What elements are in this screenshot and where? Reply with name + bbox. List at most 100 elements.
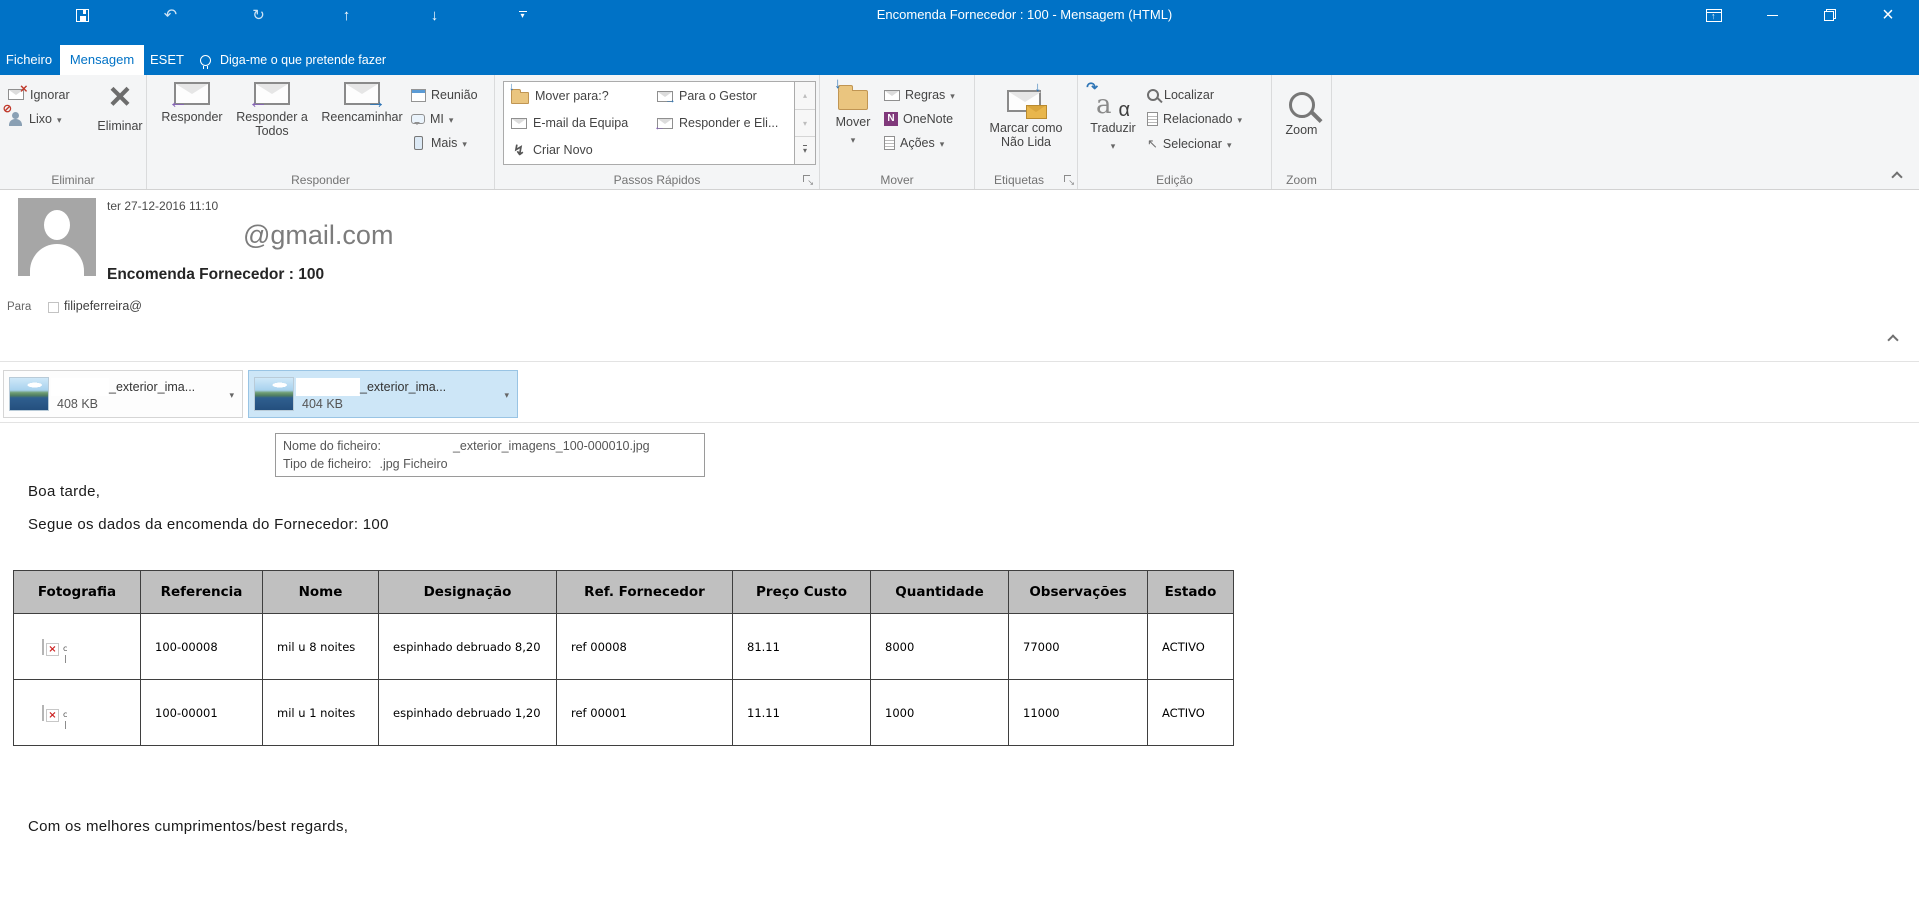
body-closing: Com os melhores cumprimentos/best regard… — [28, 818, 349, 835]
attachment-chip[interactable]: _exterior_ima... 408 KB — [3, 370, 243, 418]
group-edicao: Traduzir Localizar Relacionado — [1078, 75, 1272, 189]
related-button[interactable]: Relacionado — [1147, 112, 1263, 126]
redacted-area — [51, 378, 109, 396]
col-header-quantidade: Quantidade — [870, 570, 1009, 614]
delete-button[interactable]: Eliminar — [94, 75, 146, 169]
chevron-down-icon — [449, 112, 454, 126]
cell-ref-fornecedor: ref 00008 — [556, 613, 733, 680]
reply-button[interactable]: Responder — [153, 75, 231, 169]
col-header-nome: Nome — [262, 570, 379, 614]
gallery-more-button[interactable] — [795, 137, 815, 164]
chevron-down-icon — [1227, 137, 1232, 151]
chevron-down-icon[interactable] — [221, 385, 242, 403]
tell-me-box[interactable]: Diga-me o que pretende fazer — [200, 45, 386, 75]
ribbon-display-icon — [1706, 8, 1722, 22]
quick-step-criar-novo[interactable]: Criar Novo — [504, 137, 650, 164]
more-respond-button[interactable]: Mais — [411, 136, 491, 150]
presence-indicator-icon — [48, 302, 59, 313]
cell-estado: ACTIVO — [1147, 613, 1234, 680]
to-label: Para — [7, 301, 32, 313]
junk-button[interactable]: Lixo — [3, 104, 94, 126]
quick-steps-scrollbar — [795, 81, 816, 165]
body-intro: Segue os dados da encomenda do Fornecedo… — [28, 516, 389, 533]
scroll-up-button[interactable] — [795, 82, 815, 110]
group-label-zoom: Zoom — [1286, 173, 1317, 187]
search-icon — [1147, 89, 1159, 101]
calendar-icon — [411, 88, 426, 102]
save-button[interactable] — [66, 0, 99, 30]
tell-me-label: Diga-me o que pretende fazer — [220, 53, 387, 67]
window-controls — [1685, 0, 1917, 30]
im-button[interactable]: MI — [411, 112, 491, 126]
col-header-observacoes: Observações — [1008, 570, 1148, 614]
quick-step-email-equipa[interactable]: E-mail da Equipa — [504, 110, 650, 137]
close-button[interactable] — [1859, 0, 1917, 30]
document-icon — [884, 136, 895, 150]
lightbulb-icon — [200, 54, 211, 69]
forward-button[interactable]: Reencaminhar — [313, 75, 411, 169]
move-button[interactable]: Mover — [828, 75, 878, 169]
order-table: Fotografia Referencia Nome Designação Re… — [13, 570, 1234, 746]
quick-step-para-gestor[interactable]: Para o Gestor — [650, 83, 796, 110]
tooltip-name-label: Nome do ficheiro: — [283, 439, 381, 453]
meeting-button[interactable]: Reunião — [411, 88, 491, 102]
cursor-icon — [1147, 136, 1158, 152]
ribbon-display-options-button[interactable] — [1685, 0, 1743, 30]
lightning-icon — [511, 142, 527, 159]
zoom-magnifier-icon — [1288, 92, 1315, 118]
tab-ficheiro[interactable]: Ficheiro — [0, 45, 58, 75]
folder-icon — [509, 83, 529, 104]
cell-ref-fornecedor: ref 00001 — [556, 679, 733, 746]
minimize-button[interactable] — [1743, 0, 1801, 30]
reply-all-envelope-icon — [254, 82, 290, 105]
group-responder: Responder Responder a Todos Reencaminhar… — [147, 75, 495, 189]
translate-button[interactable]: Traduzir — [1083, 75, 1143, 169]
onenote-icon — [884, 112, 898, 126]
attachment-thumbnail — [254, 377, 294, 411]
tab-mensagem[interactable]: Mensagem — [60, 45, 144, 75]
dialog-launcher-icon[interactable] — [1063, 174, 1075, 187]
onenote-button[interactable]: OneNote — [884, 112, 970, 126]
attachment-chip-selected[interactable]: _exterior_ima... 404 KB — [248, 370, 518, 418]
quick-step-mover-para[interactable]: Mover para:? — [504, 83, 650, 110]
move-folder-icon — [834, 75, 868, 110]
scroll-down-button[interactable] — [795, 110, 815, 138]
recipient-address[interactable]: filipeferreira@ — [64, 299, 142, 313]
rules-button[interactable]: Regras — [884, 88, 970, 102]
quick-step-responder-eliminar[interactable]: Responder e Eli... — [650, 110, 796, 137]
chevron-down-icon — [940, 136, 945, 150]
dialog-launcher-icon[interactable] — [802, 174, 814, 187]
table-header-row: Fotografia Referencia Nome Designação Re… — [13, 570, 1234, 614]
envelope-forward-icon — [657, 90, 673, 102]
reply-all-button[interactable]: Responder a Todos — [231, 75, 313, 169]
ignore-button[interactable]: Ignorar — [8, 82, 94, 102]
chevron-down-icon[interactable] — [496, 385, 517, 403]
col-header-referencia: Referencia — [140, 570, 263, 614]
group-eliminar: Ignorar Lixo Eliminar Eliminar — [0, 75, 147, 189]
cell-nome: mil u 1 noites — [262, 679, 379, 746]
collapse-ribbon-button[interactable] — [1891, 171, 1903, 183]
select-button[interactable]: Selecionar — [1147, 136, 1263, 152]
group-label-passos: Passos Rápidos — [613, 173, 701, 187]
col-header-preco-custo: Preço Custo — [732, 570, 871, 614]
window-title: Encomenda Fornecedor : 100 - Mensagem (H… — [876, 7, 1173, 22]
collapse-header-button[interactable] — [1887, 334, 1899, 346]
attachment-size: 404 KB — [302, 397, 344, 411]
group-etiquetas: Marcar como Não Lida Etiquetas — [975, 75, 1078, 189]
attachment-name: _exterior_ima... — [360, 380, 447, 394]
restore-button[interactable] — [1801, 0, 1859, 30]
redacted-area — [381, 437, 453, 455]
find-button[interactable]: Localizar — [1147, 88, 1263, 102]
sender-address: @gmail.com — [243, 220, 394, 250]
cell-quantidade: 8000 — [870, 613, 1009, 680]
ribbon-tab-row: Ficheiro Mensagem ESET Diga-me o que pre… — [0, 30, 1919, 75]
reply-envelope-icon — [174, 82, 210, 105]
tab-eset[interactable]: ESET — [146, 45, 188, 75]
actions-button[interactable]: Ações — [884, 136, 970, 150]
zoom-button[interactable]: Zoom — [1274, 75, 1330, 169]
tooltip-type-label: Tipo de ficheiro: — [283, 457, 372, 471]
body-greeting: Boa tarde, — [28, 483, 101, 500]
cell-observacoes: 11000 — [1008, 679, 1148, 746]
mark-unread-button[interactable]: Marcar como Não Lida — [977, 75, 1075, 169]
outlook-message-window: Encomenda Fornecedor : 100 - Mensagem (H… — [0, 0, 1919, 921]
